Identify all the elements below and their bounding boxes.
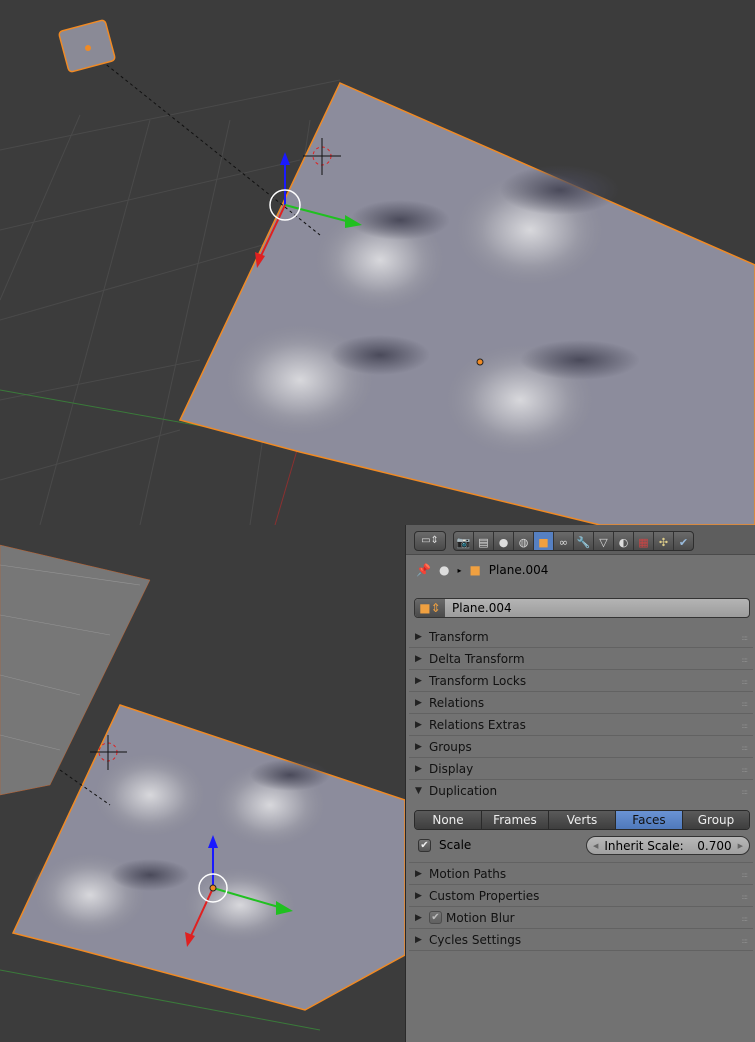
drag-grip-icon[interactable]: :::: [742, 678, 749, 686]
panel-label: Motion Blur [446, 910, 515, 925]
scale-checkbox[interactable]: ✔ [418, 838, 431, 852]
tab-texture-icon[interactable]: ▦ [634, 532, 654, 550]
drag-grip-icon[interactable]: :::: [742, 871, 749, 879]
panel-motion-blur[interactable]: ▶ ✔ Motion Blur:::: [409, 907, 753, 929]
panel-label: Relations Extras [429, 717, 526, 732]
panel-relations-extras[interactable]: ▶ Relations Extras:::: [409, 714, 753, 736]
panel-label: Display [429, 761, 474, 776]
expand-arrow-icon: ▶ [415, 675, 422, 686]
expand-arrow-icon: ▶ [415, 719, 422, 730]
panel-label: Relations [429, 695, 485, 710]
drag-grip-icon[interactable]: :::: [742, 744, 749, 752]
panel-cycles-settings[interactable]: ▶ Cycles Settings:::: [409, 929, 753, 951]
tab-render-icon[interactable]: 📷 [454, 532, 474, 550]
viewport-top-scene [0, 19, 755, 525]
increment-arrow-icon[interactable]: ▶ [738, 842, 743, 850]
breadcrumb-object-name: Plane.004 [488, 563, 549, 577]
panel-delta-transform[interactable]: ▶ Delta Transform:::: [409, 648, 753, 670]
viewport-bottom-scene [0, 544, 405, 1031]
expand-arrow-icon: ▶ [415, 697, 422, 708]
object-name-field[interactable]: ■⇕ Plane.004 [414, 598, 750, 618]
object-type-dropdown-icon[interactable]: ■⇕ [415, 599, 445, 617]
panel-motion-paths[interactable]: ▶ Motion Paths:::: [409, 863, 753, 885]
viewport-top[interactable] [0, 0, 755, 525]
panel-label: Cycles Settings [429, 932, 522, 947]
pin-icon[interactable]: 📌 [416, 563, 431, 577]
tab-render-layers-icon[interactable]: ▤ [474, 532, 494, 550]
drag-grip-icon[interactable]: :::: [742, 766, 749, 774]
dupli-group-button[interactable]: Group [683, 811, 749, 829]
tab-material-icon[interactable]: ◐ [614, 532, 634, 550]
dupli-none-button[interactable]: None [415, 811, 482, 829]
motion-blur-checkbox[interactable]: ✔ [429, 911, 442, 924]
object-name-value: Plane.004 [452, 601, 512, 615]
properties-panel: ▭⇕ 📷 ▤ ● ◍ ■ ∞ 🔧 ▽ ◐ ▦ ✣ ✔ 📌 ● ▸ ■ Plane… [405, 525, 755, 1042]
panel-label: Motion Paths [429, 866, 507, 881]
drag-grip-icon[interactable]: :::: [742, 915, 749, 923]
scale-checkbox-row[interactable]: ✔ Scale [418, 838, 471, 852]
tab-data-icon[interactable]: ▽ [594, 532, 614, 550]
duplication-mode-selector: None Frames Verts Faces Group [414, 810, 750, 830]
terrain-plane [178, 82, 755, 525]
tab-scene-icon[interactable]: ● [494, 532, 514, 550]
inherit-scale-label: Inherit Scale: [604, 838, 684, 853]
editor-type-button[interactable]: ▭⇕ [414, 531, 446, 551]
panel-label: Transform [429, 629, 489, 644]
dupli-frames-button[interactable]: Frames [482, 811, 549, 829]
drag-grip-icon[interactable]: :::: [742, 700, 749, 708]
tab-constraints-icon[interactable]: ∞ [554, 532, 574, 550]
tab-world-icon[interactable]: ◍ [514, 532, 534, 550]
expand-arrow-icon: ▶ [415, 890, 422, 901]
scene-icon: ● [438, 563, 450, 577]
panel-label: Delta Transform [429, 651, 525, 666]
decrement-arrow-icon[interactable]: ◀ [593, 842, 598, 850]
dupli-verts-button[interactable]: Verts [549, 811, 616, 829]
drag-grip-icon[interactable]: :::: [742, 722, 749, 730]
inherit-scale-field[interactable]: ◀ Inherit Scale: 0.700 ▶ [586, 836, 750, 855]
expand-arrow-icon: ▶ [415, 763, 422, 774]
panel-label: Custom Properties [429, 888, 540, 903]
panel-display[interactable]: ▶ Display:::: [409, 758, 753, 780]
drag-grip-icon[interactable]: :::: [742, 893, 749, 901]
tab-modifiers-icon[interactable]: 🔧 [574, 532, 594, 550]
inherit-scale-value: 0.700 [697, 838, 732, 853]
properties-header: ▭⇕ 📷 ▤ ● ◍ ■ ∞ 🔧 ▽ ◐ ▦ ✣ ✔ [406, 525, 755, 555]
object-icon: ■ [469, 563, 481, 577]
panel-label: Duplication [429, 784, 498, 798]
breadcrumb-arrow-icon: ▸ [457, 565, 462, 575]
drag-grip-icon[interactable]: :::: [742, 656, 749, 664]
tab-physics-icon[interactable]: ✔ [674, 532, 693, 550]
panel-custom-properties[interactable]: ▶ Custom Properties:::: [409, 885, 753, 907]
panel-groups[interactable]: ▶ Groups:::: [409, 736, 753, 758]
expand-arrow-icon: ▶ [415, 631, 422, 642]
scale-label: Scale [439, 838, 472, 852]
expand-arrow-icon: ▶ [415, 868, 422, 879]
context-tabs: 📷 ▤ ● ◍ ■ ∞ 🔧 ▽ ◐ ▦ ✣ ✔ [453, 531, 694, 551]
drag-grip-icon[interactable]: :::: [742, 634, 749, 642]
context-breadcrumb: 📌 ● ▸ ■ Plane.004 [416, 563, 548, 577]
panel-duplication[interactable]: ▼ Duplication:::: [409, 780, 753, 802]
panel-relations[interactable]: ▶ Relations:::: [409, 692, 753, 714]
dupli-faces-button[interactable]: Faces [616, 811, 683, 829]
expand-arrow-icon: ▶ [415, 741, 422, 752]
panel-label: Transform Locks [429, 673, 527, 688]
tab-particles-icon[interactable]: ✣ [654, 532, 674, 550]
panel-transform-locks[interactable]: ▶ Transform Locks:::: [409, 670, 753, 692]
tab-object-icon[interactable]: ■ [534, 532, 554, 550]
expand-arrow-icon: ▶ [415, 934, 422, 945]
panel-transform[interactable]: ▶ Transform:::: [409, 626, 753, 648]
expand-arrow-icon: ▶ [415, 912, 422, 923]
collapse-arrow-icon: ▼ [415, 786, 422, 796]
viewport-bottom[interactable] [0, 525, 405, 1042]
drag-grip-icon[interactable]: :::: [742, 937, 749, 945]
expand-arrow-icon: ▶ [415, 653, 422, 664]
panel-label: Groups [429, 739, 472, 754]
drag-grip-icon[interactable]: :::: [742, 788, 749, 796]
